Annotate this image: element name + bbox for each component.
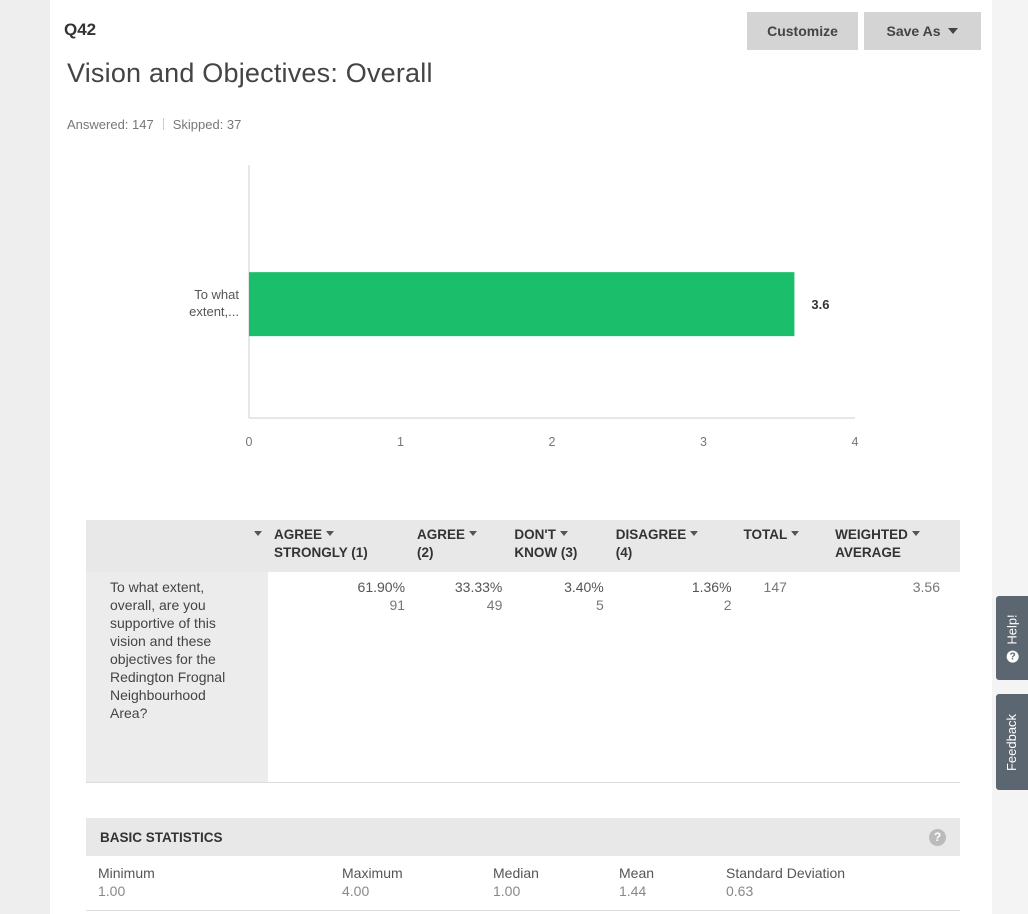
column-header[interactable]: DISAGREE (4)	[609, 520, 738, 572]
help-tab-content: ? Help!	[1004, 613, 1020, 663]
skipped-count: Skipped: 37	[172, 117, 242, 132]
stat-median: Median 1.00	[493, 864, 539, 900]
basic-statistics-title: BASIC STATISTICS	[100, 829, 223, 845]
stat-minimum: Minimum 1.00	[98, 864, 155, 900]
chevron-down-icon[interactable]	[791, 531, 800, 536]
column-header-label: AGREE	[417, 527, 466, 542]
category-label: To what	[194, 287, 239, 302]
row-label-cell: To what extent, overall, are you support…	[86, 572, 268, 783]
x-tick-label: 4	[852, 435, 859, 449]
x-tick-label: 1	[397, 435, 404, 449]
table-header-row: AGREE STRONGLY (1) AGREE (2) DON'T KNOW (3)…	[86, 520, 960, 572]
x-tick-label: 3	[700, 435, 707, 449]
chevron-down-icon[interactable]	[469, 531, 478, 536]
table-cell: 33.33% 49	[411, 572, 509, 783]
x-tick-label: 2	[549, 435, 556, 449]
column-header[interactable]: DON'T KNOW (3)	[508, 520, 610, 572]
stat-label: Maximum	[342, 865, 403, 881]
question-title: Vision and Objectives: Overall	[67, 58, 433, 88]
cell-count: 5	[595, 597, 604, 613]
bar	[249, 272, 795, 337]
question-panel: Q42 Vision and Objectives: Overall Answe…	[50, 0, 992, 914]
column-header-label: STRONGLY (1)	[274, 545, 368, 560]
column-header-label: AGREE	[274, 527, 323, 542]
column-header-label: WEIGHTED	[835, 527, 908, 542]
stat-label: Standard Deviation	[726, 865, 846, 881]
results-table: AGREE STRONGLY (1) AGREE (2) DON'T KNOW (3)…	[86, 520, 960, 783]
basic-statistics-header: BASIC STATISTICS ?	[86, 818, 960, 856]
save-as-button[interactable]: Save As	[864, 12, 981, 50]
cell-percent: 3.40%	[564, 579, 604, 595]
column-header-label: TOTAL	[743, 527, 788, 542]
chevron-down-icon[interactable]	[559, 531, 568, 536]
stat-mean: Mean 1.44	[619, 864, 654, 900]
feedback-tab[interactable]: Feedback	[996, 694, 1028, 790]
bar-chart: 0 1 2 3 4 3.6 To what extent,...	[189, 165, 859, 449]
table-cell: 147	[737, 572, 830, 783]
feedback-label: Feedback	[1004, 713, 1020, 771]
cell-percent: 61.90%	[357, 579, 406, 595]
stat-value: 1.44	[619, 883, 647, 899]
customize-button[interactable]: Customize	[747, 12, 858, 50]
stat-label: Median	[493, 865, 539, 881]
question-mark-icon: ?	[1006, 650, 1019, 663]
column-header-label: (2)	[417, 545, 434, 560]
table-cell: 3.56	[829, 572, 960, 783]
category-label: extent,...	[189, 304, 239, 319]
cell-percent: 1.36%	[691, 579, 732, 595]
table-cell: 1.36% 2	[609, 572, 738, 783]
column-header-label: DON'T	[514, 527, 556, 542]
column-header-label: DISAGREE	[615, 527, 687, 542]
x-tick-label: 0	[246, 435, 253, 449]
stat-value: 1.00	[98, 883, 126, 899]
chevron-down-icon[interactable]	[911, 531, 920, 536]
row-filter-header[interactable]	[86, 520, 268, 572]
stat-standard-deviation: Standard Deviation 0.63	[726, 864, 845, 900]
stat-value: 0.63	[726, 883, 754, 899]
column-header-label: KNOW (3)	[514, 545, 578, 560]
question-mark-icon[interactable]: ?	[929, 828, 946, 846]
table-cell: 3.40% 5	[508, 572, 610, 783]
stat-value: 4.00	[342, 883, 370, 899]
cell-percent: 33.33%	[454, 579, 503, 595]
table-row: To what extent, overall, are you support…	[86, 572, 960, 783]
divider	[162, 118, 164, 130]
question-number: Q42	[64, 20, 97, 39]
weighted-average: 3.56	[912, 579, 940, 595]
total-count: 147	[763, 579, 787, 595]
column-header[interactable]: WEIGHTED AVERAGE	[829, 520, 960, 572]
column-header-label: (4)	[615, 545, 633, 560]
cell-count: 2	[723, 597, 732, 613]
data-label: 3.6	[811, 297, 829, 312]
chevron-down-icon[interactable]	[690, 531, 699, 536]
chevron-down-icon[interactable]	[254, 531, 262, 536]
row-label: To what extent, overall, are you support…	[110, 579, 226, 721]
stat-label: Minimum	[98, 865, 155, 881]
response-counts: Answered: 147 Skipped: 37	[67, 117, 241, 132]
help-label: Help!	[1004, 613, 1020, 645]
help-tab[interactable]: ? Help!	[996, 596, 1028, 680]
stat-value: 1.00	[493, 883, 521, 899]
column-header[interactable]: AGREE (2)	[411, 520, 509, 572]
cell-count: 91	[389, 597, 406, 613]
stat-label: Mean	[619, 865, 655, 881]
save-as-label: Save As	[886, 23, 941, 39]
cell-count: 49	[486, 597, 503, 613]
table-cell: 61.90% 91	[268, 572, 412, 783]
chevron-down-icon	[948, 28, 959, 34]
column-header[interactable]: TOTAL	[737, 520, 830, 572]
column-header[interactable]: AGREE STRONGLY (1)	[268, 520, 412, 572]
answered-count: Answered: 147	[67, 117, 154, 132]
customize-label: Customize	[767, 23, 838, 39]
chevron-down-icon[interactable]	[326, 531, 335, 536]
stat-maximum: Maximum 4.00	[342, 864, 403, 900]
divider	[86, 910, 960, 911]
column-header-label: AVERAGE	[835, 545, 901, 560]
